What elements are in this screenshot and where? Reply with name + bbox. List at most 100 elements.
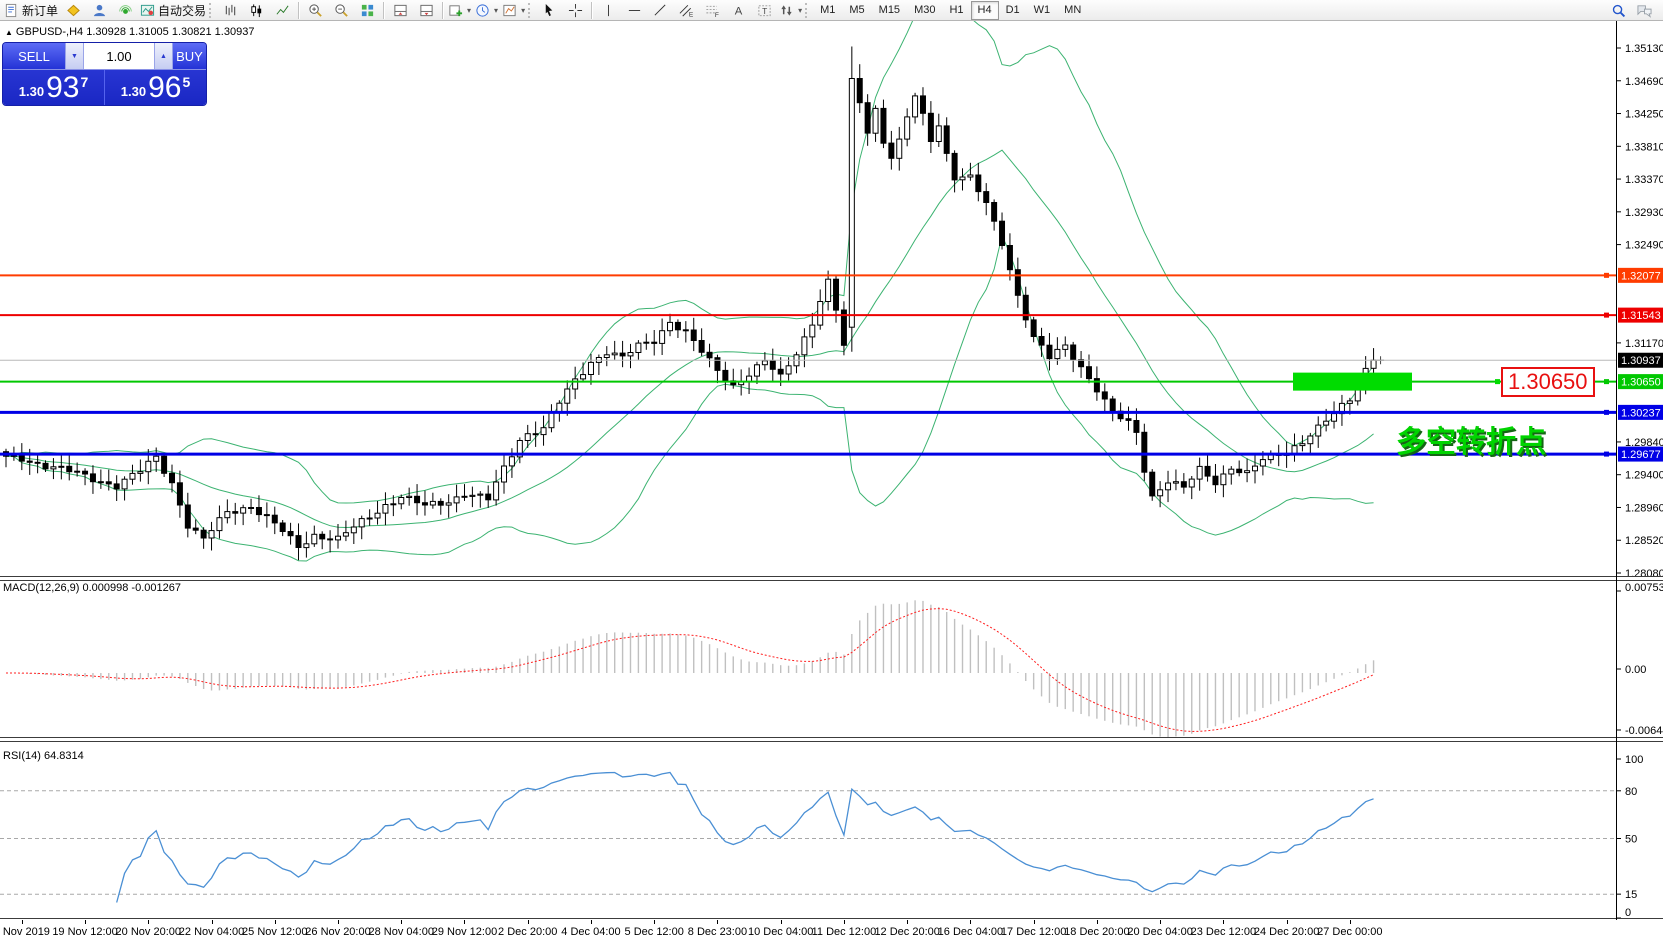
dropdown-caret-icon: ▾ <box>467 6 471 15</box>
profile-button[interactable] <box>86 1 112 20</box>
tf-button-M5[interactable]: M5 <box>842 1 871 20</box>
level-axis-label: 1.30650 <box>1621 377 1661 389</box>
template-icon <box>502 3 517 18</box>
volume-increase-button[interactable]: ▲ <box>154 43 173 69</box>
time-tick <box>1223 920 1224 924</box>
line-chart-button[interactable] <box>269 1 295 20</box>
bar-chart-button[interactable] <box>217 1 243 20</box>
time-tick <box>148 920 149 924</box>
buy-price[interactable]: 1.30965 <box>105 70 206 105</box>
horizontal-line-button[interactable] <box>621 1 647 20</box>
time-tick-label: 19 Nov 12:00 <box>52 926 117 938</box>
level-axis-label: 1.32077 <box>1621 270 1661 282</box>
time-tick <box>85 920 86 924</box>
toolbar-separator <box>442 2 443 19</box>
tf-button-MN[interactable]: MN <box>1057 1 1088 20</box>
chat-button[interactable] <box>1631 1 1657 20</box>
auto-trading-label: 自动交易 <box>158 2 206 19</box>
vertical-line-button[interactable] <box>595 1 621 20</box>
time-tick-label: 22 Nov 04:00 <box>179 926 244 938</box>
signal-button[interactable] <box>112 1 138 20</box>
tf-button-M15[interactable]: M15 <box>872 1 907 20</box>
sell-price-prefix: 1.30 <box>19 84 44 99</box>
tile-windows-button[interactable] <box>354 1 380 20</box>
tf-button-M30[interactable]: M30 <box>907 1 942 20</box>
cursor-button[interactable] <box>536 1 562 20</box>
price-tick-label: 1.34690 <box>1625 76 1663 88</box>
toolbar-grip <box>528 3 533 18</box>
level-handle <box>1604 379 1609 384</box>
tf-button-W1[interactable]: W1 <box>1027 1 1058 20</box>
sell-price[interactable]: 1.30937 <box>3 70 105 105</box>
volume-input[interactable] <box>84 43 154 69</box>
auto-trading-button[interactable]: 自动交易 <box>138 1 208 20</box>
time-tick-label: 4 Dec 04:00 <box>561 926 620 938</box>
volume-decrease-button[interactable]: ▼ <box>65 43 84 69</box>
time-tick <box>1160 920 1161 924</box>
sell-price-pip: 7 <box>80 74 88 90</box>
search-button[interactable] <box>1605 1 1631 20</box>
time-axis[interactable]: 8 Nov 201919 Nov 12:0020 Nov 20:0022 Nov… <box>0 920 1663 944</box>
chat-icon <box>1636 3 1653 18</box>
candlestick-button[interactable] <box>243 1 269 20</box>
new-order-button[interactable]: 新订单 <box>2 1 60 20</box>
time-tick-label: 2 Dec 20:00 <box>498 926 557 938</box>
turning-point-annotation[interactable]: 多空转折点 <box>1396 417 1546 461</box>
price-tick-label: 1.31170 <box>1625 338 1663 350</box>
zoom-in-button[interactable] <box>302 1 328 20</box>
search-icon <box>1611 3 1626 18</box>
rsi-pane[interactable]: 1008050150 <box>0 740 1663 918</box>
time-tick-label: 8 Dec 23:00 <box>688 926 747 938</box>
fibonacci-button[interactable]: F <box>699 1 725 20</box>
time-tick <box>717 920 718 924</box>
zoom-out-button[interactable] <box>328 1 354 20</box>
tf-button-H4[interactable]: H4 <box>971 1 999 20</box>
level-callout-label[interactable]: 1.30650 <box>1501 367 1595 397</box>
channel-button[interactable]: E <box>673 1 699 20</box>
indicator-list-button[interactable] <box>413 1 439 20</box>
svg-text:F: F <box>715 12 719 18</box>
time-tick-label: 26 Nov 20:00 <box>305 926 370 938</box>
trendline-button[interactable] <box>647 1 673 20</box>
auto-trading-icon <box>140 3 155 18</box>
time-tick <box>844 920 845 924</box>
collapse-marker-icon[interactable]: ▲ <box>5 28 13 37</box>
trendline-icon <box>653 3 668 18</box>
period-button[interactable]: ▾ <box>473 1 500 20</box>
price-pane[interactable]: 1.351301.346901.342501.338101.333701.329… <box>0 21 1663 576</box>
price-tick-label: 1.34250 <box>1625 109 1663 121</box>
one-click-trade-panel: SELL ▼ ▲ BUY 1.30937 1.30965 <box>3 43 206 105</box>
gold-button[interactable] <box>60 1 86 20</box>
tf-button-D1[interactable]: D1 <box>999 1 1027 20</box>
price-tick-label: 1.33810 <box>1625 141 1663 153</box>
fibonacci-icon: F <box>704 3 720 18</box>
rsi-axis-label: 15 <box>1625 889 1637 901</box>
crosshair-button[interactable] <box>562 1 588 20</box>
signal-icon <box>118 3 133 18</box>
macd-axis-label: -0.006446 <box>1625 725 1663 737</box>
macd-pane[interactable]: 0.0075380.00-0.006446 <box>0 579 1663 737</box>
horizontal-line-icon <box>627 3 642 18</box>
text-tool-button[interactable]: A <box>725 1 751 20</box>
time-tick <box>338 920 339 924</box>
indicator-window-button[interactable] <box>387 1 413 20</box>
shapes-button[interactable]: ▾ <box>777 1 804 20</box>
time-tick-label: 28 Nov 04:00 <box>369 926 434 938</box>
text-label-button[interactable]: T <box>751 1 777 20</box>
tf-button-H1[interactable]: H1 <box>942 1 970 20</box>
new-order-icon <box>4 3 19 18</box>
level-handle <box>1604 452 1609 457</box>
trade-panel-prices: 1.30937 1.30965 <box>3 70 206 105</box>
tf-button-M1[interactable]: M1 <box>813 1 842 20</box>
level-axis-label: 1.30237 <box>1621 407 1661 419</box>
bollinger-upper <box>6 21 1374 503</box>
sell-button[interactable]: SELL <box>3 43 65 69</box>
time-tick-label: 20 Dec 04:00 <box>1127 926 1192 938</box>
dropdown-caret-icon: ▾ <box>521 6 525 15</box>
time-tick <box>591 920 592 924</box>
buy-button[interactable]: BUY <box>173 43 206 69</box>
zoom-out-icon <box>334 3 349 18</box>
template-button[interactable]: ▾ <box>500 1 527 20</box>
new-chart-button[interactable]: ▾ <box>446 1 473 20</box>
level-handle <box>1604 410 1609 415</box>
